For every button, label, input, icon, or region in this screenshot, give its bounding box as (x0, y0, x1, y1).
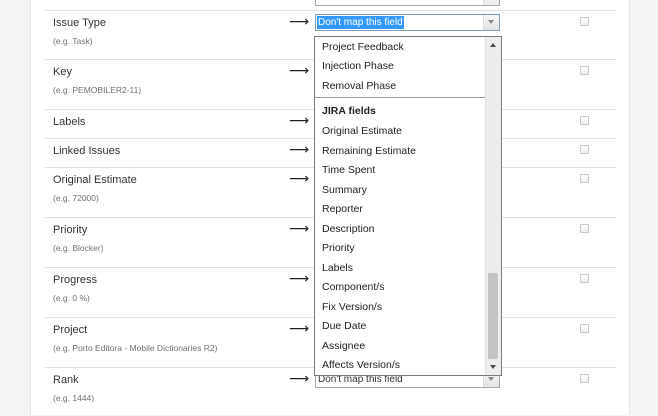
arrow-right-icon: ⟶ (289, 270, 310, 286)
option-removal-phase[interactable]: Removal Phase (322, 80, 396, 92)
arrow-right-icon: ⟶ (289, 112, 310, 128)
field-example: (e.g. PEMOBILER2-11) (53, 85, 142, 95)
select-value: Don't map this field (317, 16, 404, 29)
option-reporter[interactable]: Reporter (322, 203, 363, 215)
option-affects-versions[interactable]: Affects Version/s (322, 359, 400, 371)
field-example: (e.g. Blocker) (53, 243, 104, 253)
field-name: Linked Issues (53, 145, 121, 157)
field-example: (e.g. 72000) (53, 193, 99, 203)
scroll-down-icon[interactable] (490, 365, 496, 369)
issue-type-dropdown-list[interactable]: Project Feedback Injection Phase Removal… (314, 36, 502, 376)
option-description[interactable]: Description (322, 223, 375, 235)
arrow-right-icon: ⟶ (289, 141, 310, 157)
option-due-date[interactable]: Due Date (322, 320, 366, 332)
option-labels[interactable]: Labels (322, 262, 353, 274)
option-time-spent[interactable]: Time Spent (322, 164, 375, 176)
issue-type-mapping-select[interactable]: Don't map this field (315, 14, 500, 31)
chevron-down-icon (488, 377, 494, 381)
previous-row-select[interactable] (315, 0, 500, 6)
select-dropdown-button[interactable] (483, 15, 499, 30)
field-name: Key (53, 66, 72, 78)
arrow-right-icon: ⟶ (289, 220, 310, 236)
scroll-up-icon[interactable] (490, 43, 496, 47)
row-checkbox[interactable] (580, 145, 589, 154)
field-example: (e.g. Task) (53, 36, 93, 46)
field-example: (e.g. 1444) (53, 393, 95, 403)
field-example: (e.g. 0 %) (53, 293, 90, 303)
arrow-right-icon: ⟶ (289, 13, 310, 29)
previous-row-select-button[interactable] (483, 0, 499, 5)
field-example: (e.g. Porto Editora - Mobile Dictionarie… (53, 343, 218, 353)
row-checkbox[interactable] (580, 224, 589, 233)
field-name: Labels (53, 116, 86, 128)
option-injection-phase[interactable]: Injection Phase (322, 60, 394, 72)
option-assignee[interactable]: Assignee (322, 340, 365, 352)
option-project-feedback[interactable]: Project Feedback (322, 41, 404, 53)
arrow-right-icon: ⟶ (289, 320, 310, 336)
option-summary[interactable]: Summary (322, 184, 367, 196)
field-name: Original Estimate (53, 174, 137, 186)
option-fix-versions[interactable]: Fix Version/s (322, 301, 382, 313)
arrow-right-icon: ⟶ (289, 370, 310, 386)
field-name: Issue Type (53, 17, 106, 29)
row-checkbox[interactable] (580, 274, 589, 283)
row-checkbox[interactable] (580, 324, 589, 333)
option-components[interactable]: Component/s (322, 281, 384, 293)
arrow-right-icon: ⟶ (289, 62, 310, 78)
field-name: Rank (53, 374, 79, 386)
arrow-right-icon: ⟶ (289, 170, 310, 186)
field-name: Project (53, 324, 88, 336)
option-remaining-estimate[interactable]: Remaining Estimate (322, 145, 416, 157)
chevron-down-icon (488, 20, 494, 24)
row-checkbox[interactable] (580, 374, 589, 383)
row-checkbox[interactable] (580, 17, 589, 26)
field-name: Priority (53, 224, 88, 236)
dropdown-scrollbar[interactable] (485, 37, 501, 375)
row-checkbox[interactable] (580, 66, 589, 75)
option-separator (315, 97, 486, 98)
field-name: Progress (53, 274, 98, 286)
row-checkbox[interactable] (580, 174, 589, 183)
option-priority[interactable]: Priority (322, 242, 355, 254)
option-group-jira-fields: JIRA fields (322, 105, 376, 117)
option-original-estimate[interactable]: Original Estimate (322, 125, 402, 137)
scrollbar-thumb[interactable] (488, 273, 498, 359)
row-checkbox[interactable] (580, 116, 589, 125)
